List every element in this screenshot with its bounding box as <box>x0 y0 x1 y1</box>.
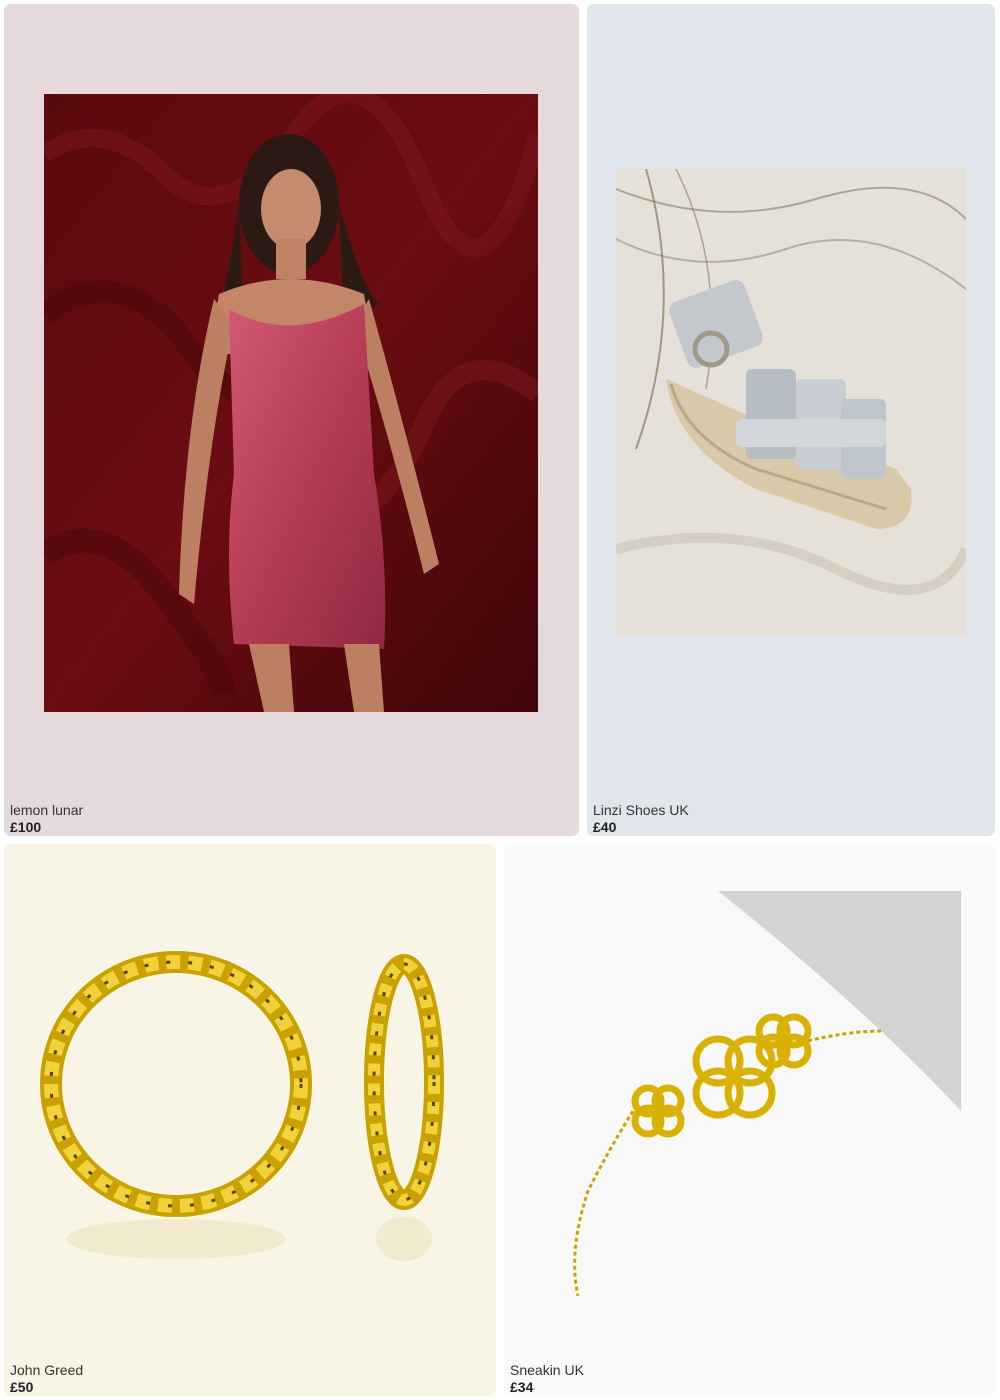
pink-sequin-dress-image[interactable] <box>44 94 538 712</box>
product-card-sneakin-uk[interactable]: Sneakin UK £34 <box>504 844 996 1396</box>
product-price: £34 <box>510 1379 534 1395</box>
product-caption: John Greed £50 <box>10 1362 83 1396</box>
silver-sandal-photo-icon <box>616 169 966 636</box>
product-brand[interactable]: lemon lunar <box>10 802 83 819</box>
product-price: £100 <box>10 819 42 835</box>
silver-sandal-image[interactable] <box>616 169 966 636</box>
product-brand[interactable]: Sneakin UK <box>510 1362 584 1379</box>
product-price: £40 <box>593 819 617 835</box>
gold-clover-bracelet-photo-icon <box>538 891 961 1314</box>
product-caption: Linzi Shoes UK £40 <box>593 802 689 836</box>
product-caption: Sneakin UK £34 <box>510 1362 584 1396</box>
gold-hoop-earrings-image[interactable] <box>4 844 496 1396</box>
product-card-lemon-lunar[interactable]: lemon lunar £100 <box>4 4 579 836</box>
product-card-linzi-shoes-uk[interactable]: Linzi Shoes UK £40 <box>587 4 995 836</box>
gold-hoop-earrings-photo-icon <box>4 844 496 1396</box>
pink-sequin-dress-photo-icon <box>44 94 538 712</box>
product-card-john-greed[interactable]: John Greed £50 <box>4 844 496 1396</box>
product-brand[interactable]: John Greed <box>10 1362 83 1379</box>
gold-clover-bracelet-image[interactable] <box>538 891 961 1314</box>
product-brand[interactable]: Linzi Shoes UK <box>593 802 689 819</box>
product-price: £50 <box>10 1379 34 1395</box>
product-caption: lemon lunar £100 <box>10 802 83 836</box>
